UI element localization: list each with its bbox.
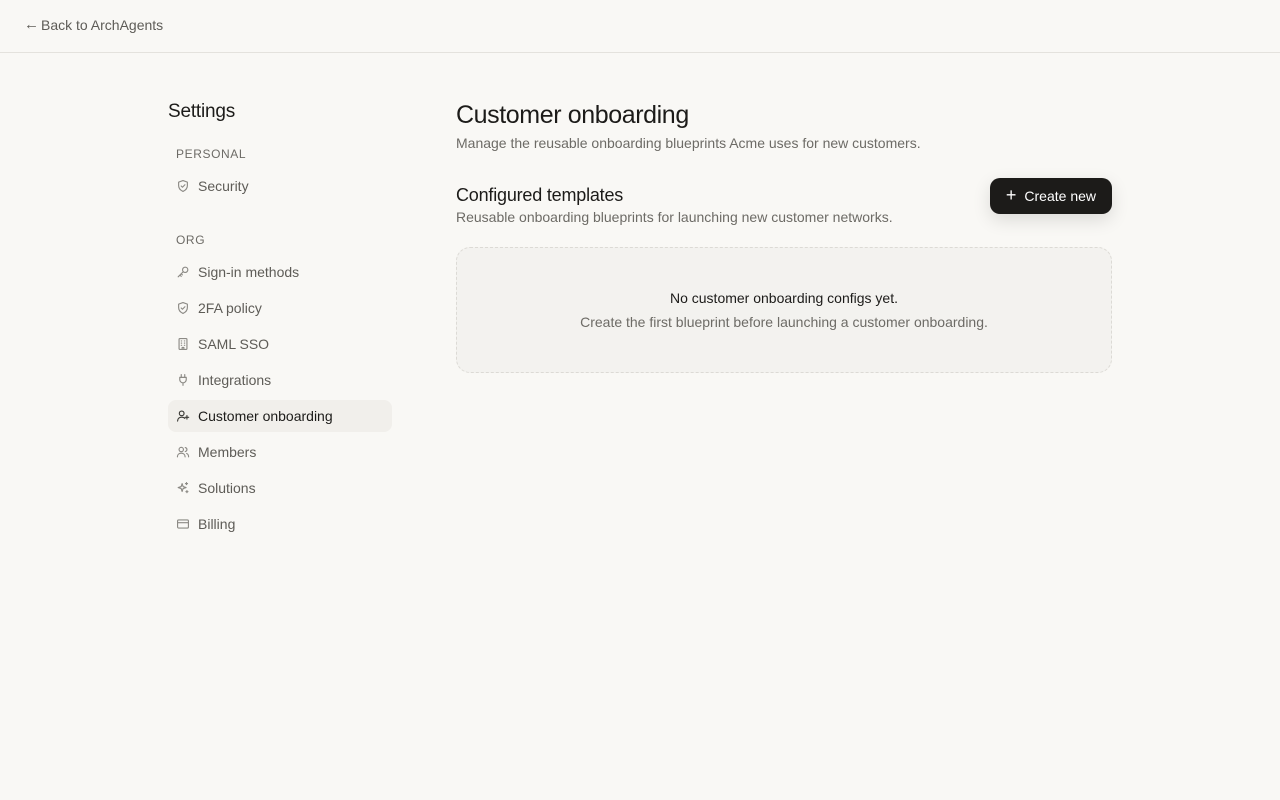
sidebar-item-label: Solutions xyxy=(198,480,256,496)
sidebar-item-members[interactable]: Members xyxy=(168,436,392,468)
shield-icon xyxy=(176,301,190,315)
sidebar-item-label: Members xyxy=(198,444,257,460)
section-label-personal: PERSONAL xyxy=(176,147,247,161)
sidebar-item-security[interactable]: Security xyxy=(168,170,392,202)
users-icon xyxy=(176,445,190,459)
arrow-left-icon: ← xyxy=(24,16,39,33)
section-label-org: ORG xyxy=(176,233,206,247)
sidebar-item-2fa-policy[interactable]: 2FA policy xyxy=(168,292,392,324)
key-icon xyxy=(176,265,190,279)
plus-icon: + xyxy=(1005,185,1017,205)
empty-state-description: Create the first blueprint before launch… xyxy=(580,314,988,330)
main-content: Customer onboarding Manage the reusable … xyxy=(456,100,1112,373)
org-nav-list: Sign-in methods 2FA policy SAML SSO Inte… xyxy=(168,256,392,540)
credit-card-icon xyxy=(176,517,190,531)
page-title: Customer onboarding xyxy=(456,101,689,129)
back-link-label: Back to ArchAgents xyxy=(41,17,164,33)
personal-nav-list: Security xyxy=(168,170,392,202)
empty-state-title: No customer onboarding configs yet. xyxy=(669,290,898,306)
sidebar-item-label: Integrations xyxy=(198,372,272,388)
settings-sidebar: Settings PERSONAL Security ORG Sign-in m… xyxy=(168,100,392,544)
sparkles-icon xyxy=(176,481,190,495)
create-new-button[interactable]: + Create new xyxy=(989,178,1112,214)
empty-state: No customer onboarding configs yet. Crea… xyxy=(456,247,1112,373)
building-icon xyxy=(176,337,190,351)
page-subtitle: Manage the reusable onboarding blueprint… xyxy=(456,135,921,151)
sidebar-item-integrations[interactable]: Integrations xyxy=(168,364,392,396)
shield-icon xyxy=(176,179,190,193)
sidebar-item-label: Billing xyxy=(198,516,236,532)
templates-section-header: Configured templates Reusable onboarding… xyxy=(456,178,1112,228)
back-link[interactable]: ← Back to ArchAgents xyxy=(24,17,163,33)
sidebar-item-customer-onboarding[interactable]: Customer onboarding xyxy=(168,400,392,432)
top-bar: ← Back to ArchAgents xyxy=(0,0,1280,53)
sidebar-item-billing[interactable]: Billing xyxy=(168,508,392,540)
sidebar-item-solutions[interactable]: Solutions xyxy=(168,472,392,504)
create-new-label: Create new xyxy=(1024,188,1096,204)
sidebar-item-sign-in-methods[interactable]: Sign-in methods xyxy=(168,256,392,288)
sidebar-item-label: Security xyxy=(198,178,249,194)
sidebar-item-label: Sign-in methods xyxy=(198,264,300,280)
sidebar-item-label: 2FA policy xyxy=(198,300,262,316)
sidebar-item-label: SAML SSO xyxy=(198,336,270,352)
sidebar-item-saml-sso[interactable]: SAML SSO xyxy=(168,328,392,360)
sidebar-item-label: Customer onboarding xyxy=(198,408,333,424)
plug-icon xyxy=(176,373,190,387)
sidebar-title: Settings xyxy=(168,101,236,122)
user-plus-icon xyxy=(176,409,190,423)
